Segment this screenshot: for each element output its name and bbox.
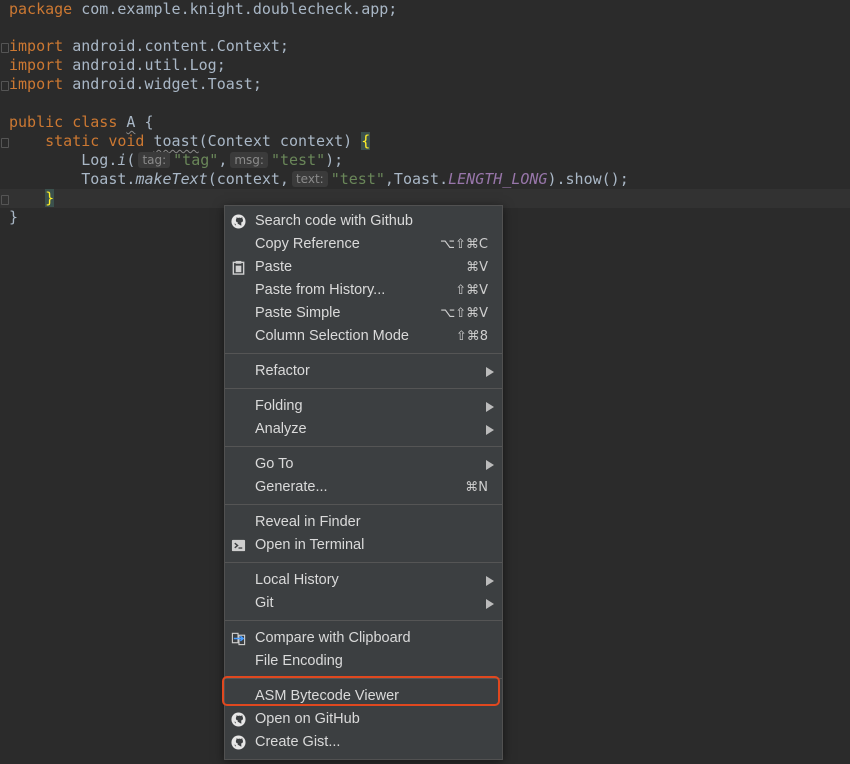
menu-item-search-code-with-github[interactable]: Search code with Github — [225, 210, 502, 233]
menu-separator — [225, 388, 502, 389]
menu-separator — [225, 620, 502, 621]
menu-item-column-selection-mode[interactable]: Column Selection Mode ⇧⌘8 — [225, 325, 502, 348]
menu-item-open-in-terminal[interactable]: Open in Terminal — [225, 534, 502, 557]
fold-marker-icon[interactable] — [1, 81, 9, 91]
menu-separator — [225, 504, 502, 505]
code-line-class: public class A { — [9, 113, 154, 131]
code-line-close-class: } — [9, 208, 19, 226]
menu-separator — [225, 446, 502, 447]
menu-item-copy-reference[interactable]: Copy Reference ⌥⇧⌘C — [225, 233, 502, 256]
submenu-arrow-icon — [486, 460, 494, 470]
menu-item-analyze[interactable]: Analyze — [225, 418, 502, 441]
menu-item-paste-simple[interactable]: Paste Simple ⌥⇧⌘V — [225, 302, 502, 325]
clipboard-icon — [232, 260, 245, 275]
code-line-close-method: } — [45, 189, 55, 207]
menu-item-reveal-in-finder[interactable]: Reveal in Finder — [225, 511, 502, 534]
code-line-import-3: import android.widget.Toast; — [9, 75, 262, 93]
menu-item-go-to[interactable]: Go To — [225, 453, 502, 476]
param-hint-tag: tag: — [138, 152, 171, 168]
submenu-arrow-icon — [486, 425, 494, 435]
code-line-package: package com.example.knight.doublecheck.a… — [9, 0, 398, 18]
code-line-import-2: import android.util.Log; — [9, 56, 226, 74]
github-icon — [231, 735, 246, 750]
menu-item-refactor[interactable]: Refactor — [225, 360, 502, 383]
param-hint-text: text: — [291, 171, 328, 187]
menu-item-folding[interactable]: Folding — [225, 395, 502, 418]
annotation-highlight-box — [222, 676, 500, 706]
code-line-method: static void toast(Context context) { — [45, 132, 371, 150]
menu-item-create-gist[interactable]: Create Gist... — [225, 731, 502, 754]
menu-item-compare-with-clipboard[interactable]: Compare with Clipboard — [225, 627, 502, 650]
menu-item-local-history[interactable]: Local History — [225, 569, 502, 592]
menu-item-generate[interactable]: Generate... ⌘N — [225, 476, 502, 499]
submenu-arrow-icon — [486, 367, 494, 377]
submenu-arrow-icon — [486, 576, 494, 586]
menu-separator — [225, 562, 502, 563]
code-line-log: Log.i(tag: "tag", msg: "test"); — [81, 151, 344, 169]
fold-marker-icon[interactable] — [1, 195, 9, 205]
menu-item-file-encoding[interactable]: File Encoding — [225, 650, 502, 673]
menu-item-paste-from-history[interactable]: Paste from History... ⇧⌘V — [225, 279, 502, 302]
fold-marker-icon[interactable] — [1, 138, 9, 148]
submenu-arrow-icon — [486, 599, 494, 609]
menu-item-open-on-github[interactable]: Open on GitHub — [225, 708, 502, 731]
param-hint-msg: msg: — [230, 152, 268, 168]
submenu-arrow-icon — [486, 402, 494, 412]
menu-item-git[interactable]: Git — [225, 592, 502, 615]
code-line-toast: Toast.makeText(context, text: "test",Toast… — [81, 170, 629, 188]
fold-marker-icon[interactable] — [1, 43, 9, 53]
compare-icon — [231, 632, 246, 646]
github-icon — [231, 712, 246, 727]
menu-separator — [225, 353, 502, 354]
menu-item-paste[interactable]: Paste ⌘V — [225, 256, 502, 279]
terminal-icon — [231, 539, 246, 552]
code-line-import-1: import android.content.Context; — [9, 37, 289, 55]
github-icon — [231, 214, 246, 229]
